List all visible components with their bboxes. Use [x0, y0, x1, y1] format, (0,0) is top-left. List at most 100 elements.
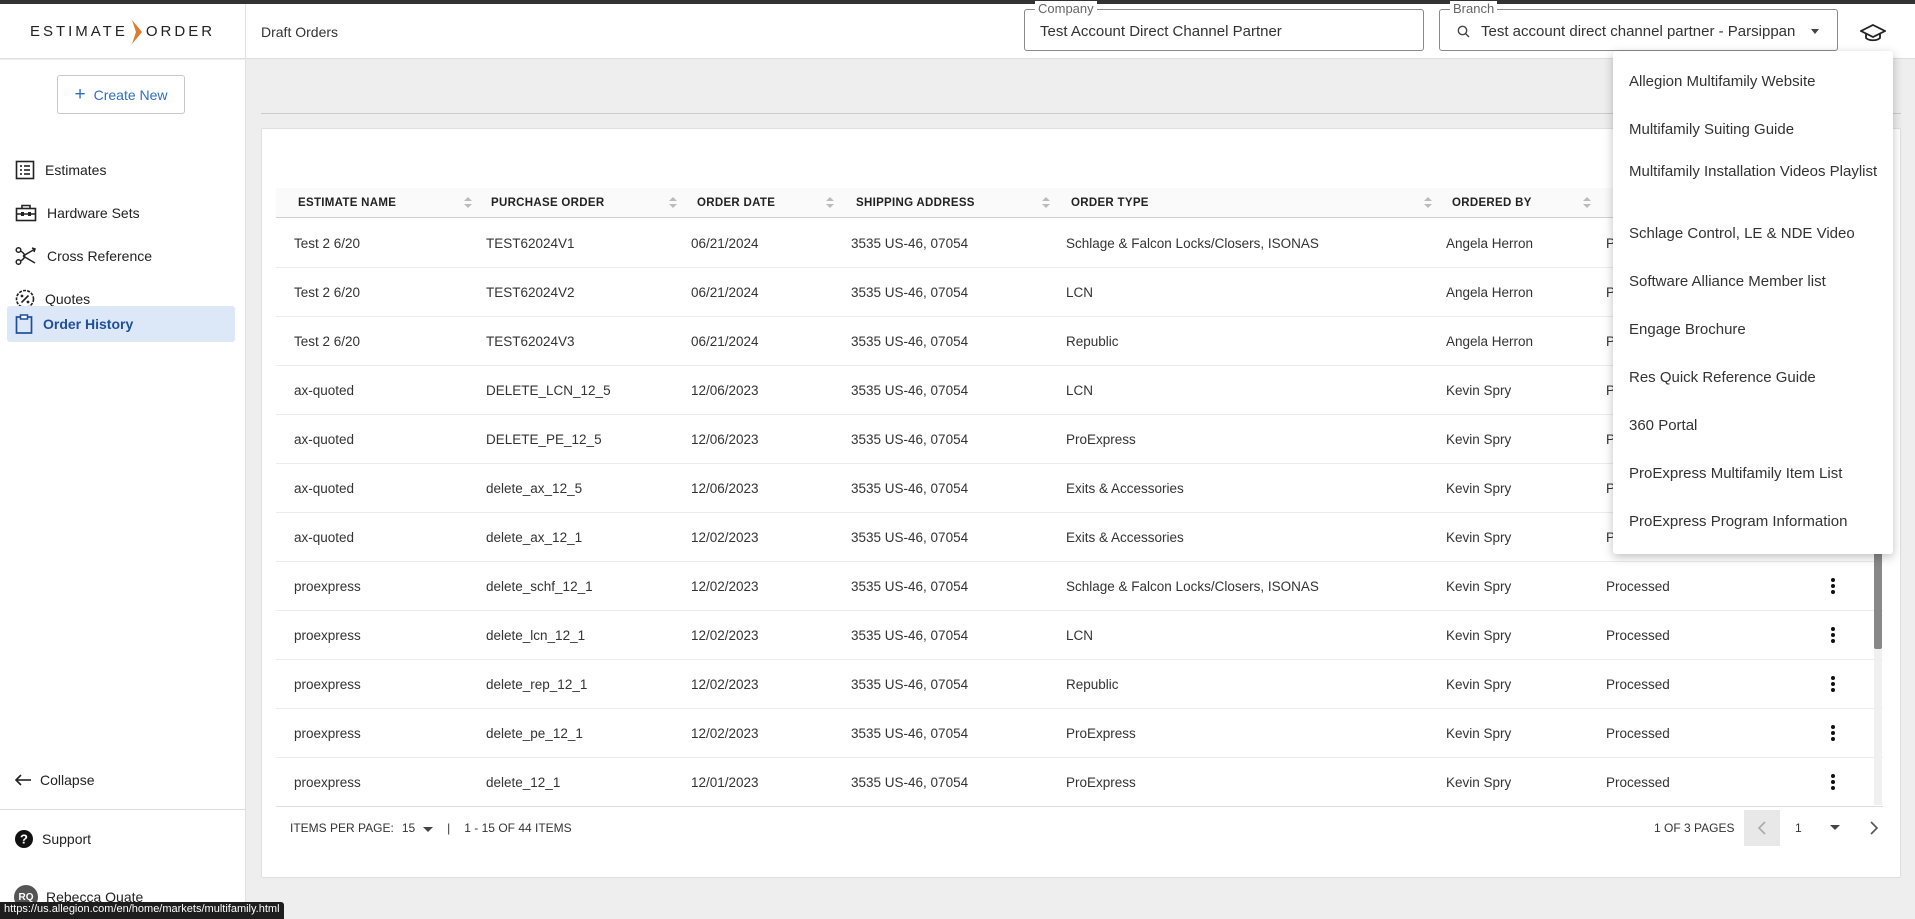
- column-header-estimate-name[interactable]: ESTIMATE NAME: [298, 188, 396, 218]
- sidebar-divider: [0, 809, 246, 810]
- chevron-right-icon: [1870, 821, 1879, 835]
- purchase-order-cell: TEST62024V3: [486, 333, 575, 349]
- next-page-button[interactable]: [1856, 810, 1892, 846]
- sort-icon[interactable]: [826, 197, 834, 209]
- table-row[interactable]: proexpress delete_rep_12_1 12/02/2023 3535 …: [276, 660, 1883, 709]
- more-vertical-icon[interactable]: [1831, 774, 1835, 790]
- status-cell: Processed: [1606, 725, 1670, 741]
- branch-select[interactable]: Branch Test account direct channel partn…: [1439, 1, 1838, 51]
- logo-text-right: ORDER: [145, 23, 216, 40]
- table-row[interactable]: proexpress delete_lcn_12_1 12/02/2023 3535 …: [276, 611, 1883, 660]
- column-header-purchase-order[interactable]: PURCHASE ORDER: [491, 188, 604, 218]
- shipping-address-cell: 3535 US-46, 07054: [851, 676, 969, 692]
- company-select[interactable]: Company Test Account Direct Channel Part…: [1024, 1, 1424, 51]
- sidebar-item-order-history[interactable]: Order History: [7, 306, 235, 342]
- sort-icon[interactable]: [1042, 197, 1050, 209]
- purchase-order-cell: TEST62024V2: [486, 284, 575, 300]
- status-cell: Processed: [1606, 774, 1670, 790]
- menu-item-360-portal[interactable]: 360 Portal: [1629, 416, 1881, 435]
- more-vertical-icon[interactable]: [1831, 578, 1835, 594]
- toolbox-icon: [15, 204, 37, 222]
- shipping-address-cell: 3535 US-46, 07054: [851, 627, 969, 643]
- chevron-left-icon: [1757, 821, 1766, 835]
- menu-item-allegion-multifamily-website[interactable]: Allegion Multifamily Website: [1629, 72, 1881, 91]
- sidebar-item-cross-reference[interactable]: Cross Reference: [7, 238, 235, 274]
- sort-icon[interactable]: [1583, 197, 1591, 209]
- sort-icon[interactable]: [1424, 197, 1432, 209]
- create-new-label: Create New: [93, 86, 168, 103]
- more-vertical-icon[interactable]: [1831, 725, 1835, 741]
- table-row[interactable]: proexpress delete_schf_12_1 12/02/2023 3535…: [276, 562, 1883, 611]
- menu-item-multifamily-suiting-guide[interactable]: Multifamily Suiting Guide: [1629, 120, 1881, 139]
- sidebar-item-hardware-sets[interactable]: Hardware Sets: [7, 195, 235, 231]
- estimate-name-cell: Test 2 6/20: [294, 333, 361, 349]
- help-circle-icon: ?: [15, 830, 33, 848]
- ordered-by-cell: Kevin Spry: [1446, 578, 1512, 594]
- sidebar-item-label: Quotes: [45, 291, 91, 307]
- estimate-order-logo[interactable]: ESTIMATE ORDER: [0, 4, 246, 59]
- menu-item-installation-videos-playlist[interactable]: Multifamily Installation Videos Playlist: [1629, 162, 1881, 181]
- order-date-cell: 12/01/2023: [691, 774, 759, 790]
- support-label: Support: [42, 831, 92, 847]
- order-type-cell: ProExpress: [1066, 431, 1136, 447]
- shipping-address-cell: 3535 US-46, 07054: [851, 529, 969, 545]
- logo-chevron-icon: [131, 19, 142, 44]
- search-icon: [1457, 25, 1470, 38]
- more-vertical-icon[interactable]: [1831, 627, 1835, 643]
- more-vertical-icon[interactable]: [1831, 676, 1835, 692]
- sidebar-item-label: Order History: [43, 316, 134, 332]
- shipping-address-cell: 3535 US-46, 07054: [851, 284, 969, 300]
- order-type-cell: Republic: [1066, 333, 1119, 349]
- previous-page-button[interactable]: [1744, 810, 1780, 846]
- clipboard-icon: [15, 314, 33, 334]
- support-link[interactable]: ? Support: [14, 829, 91, 849]
- shipping-address-cell: 3535 US-46, 07054: [851, 431, 969, 447]
- menu-item-proexpress-item-list[interactable]: ProExpress Multifamily Item List: [1629, 464, 1881, 483]
- estimate-name-cell: proexpress: [294, 578, 361, 594]
- sort-icon[interactable]: [669, 197, 677, 209]
- estimate-name-cell: Test 2 6/20: [294, 284, 361, 300]
- order-date-cell: 12/02/2023: [691, 627, 759, 643]
- purchase-order-cell: delete_ax_12_1: [486, 529, 583, 545]
- menu-item-res-quick-reference-guide[interactable]: Res Quick Reference Guide: [1629, 368, 1881, 387]
- column-header-order-date[interactable]: ORDER DATE: [697, 188, 775, 218]
- chevron-down-icon[interactable]: [1811, 29, 1819, 34]
- items-per-page-label: ITEMS PER PAGE:: [290, 821, 394, 835]
- sidebar-item-estimates[interactable]: Estimates: [7, 152, 235, 188]
- status-bar-url: https://us.allegion.com/en/home/markets/…: [0, 902, 284, 919]
- order-date-cell: 12/06/2023: [691, 382, 759, 398]
- estimate-name-cell: ax-quoted: [294, 431, 355, 447]
- order-date-cell: 12/06/2023: [691, 480, 759, 496]
- ordered-by-cell: Angela Herron: [1446, 284, 1534, 300]
- create-new-button[interactable]: + Create New: [57, 75, 185, 114]
- table-row[interactable]: proexpress delete_pe_12_1 12/02/2023 3535 U…: [276, 709, 1883, 758]
- shipping-address-cell: 3535 US-46, 07054: [851, 333, 969, 349]
- pagination-bar: ITEMS PER PAGE: 15 | 1 - 15 OF 44 ITEMS …: [276, 806, 1883, 848]
- sidebar: + Create New Estimates Hardware Sets Cro…: [0, 60, 246, 919]
- table-row[interactable]: proexpress delete_12_1 12/01/2023 3535 US-4…: [276, 758, 1883, 805]
- graduation-cap-icon[interactable]: [1860, 23, 1886, 43]
- menu-item-proexpress-program-information[interactable]: ProExpress Program Information: [1629, 512, 1881, 531]
- estimate-name-cell: proexpress: [294, 774, 361, 790]
- menu-item-engage-brochure[interactable]: Engage Brochure: [1629, 320, 1881, 339]
- order-type-cell: Schlage & Falcon Locks/Closers, ISONAS: [1066, 235, 1319, 251]
- chevron-down-icon: [423, 827, 434, 832]
- estimate-name-cell: ax-quoted: [294, 382, 355, 398]
- items-per-page-select[interactable]: 15: [402, 821, 434, 835]
- company-value: Test Account Direct Channel Partner: [1040, 23, 1282, 40]
- sort-icon[interactable]: [464, 197, 472, 209]
- sidebar-item-label: Cross Reference: [47, 248, 153, 264]
- current-page-select[interactable]: 1: [1795, 821, 1802, 835]
- chevron-down-icon[interactable]: [1830, 825, 1840, 830]
- column-header-ordered-by[interactable]: ORDERED BY: [1452, 188, 1532, 218]
- ordered-by-cell: Angela Herron: [1446, 235, 1534, 251]
- estimate-name-cell: proexpress: [294, 725, 361, 741]
- column-header-shipping-address[interactable]: SHIPPING ADDRESS: [856, 188, 975, 218]
- collapse-button[interactable]: Collapse: [14, 772, 94, 788]
- menu-item-schlage-control-video[interactable]: Schlage Control, LE & NDE Video: [1629, 224, 1881, 243]
- menu-item-software-alliance-member-list[interactable]: Software Alliance Member list: [1629, 272, 1881, 291]
- order-type-cell: LCN: [1066, 382, 1094, 398]
- resources-dropdown-menu: Allegion Multifamily Website Multifamily…: [1613, 51, 1893, 554]
- status-cell: Processed: [1606, 578, 1670, 594]
- column-header-order-type[interactable]: ORDER TYPE: [1071, 188, 1149, 218]
